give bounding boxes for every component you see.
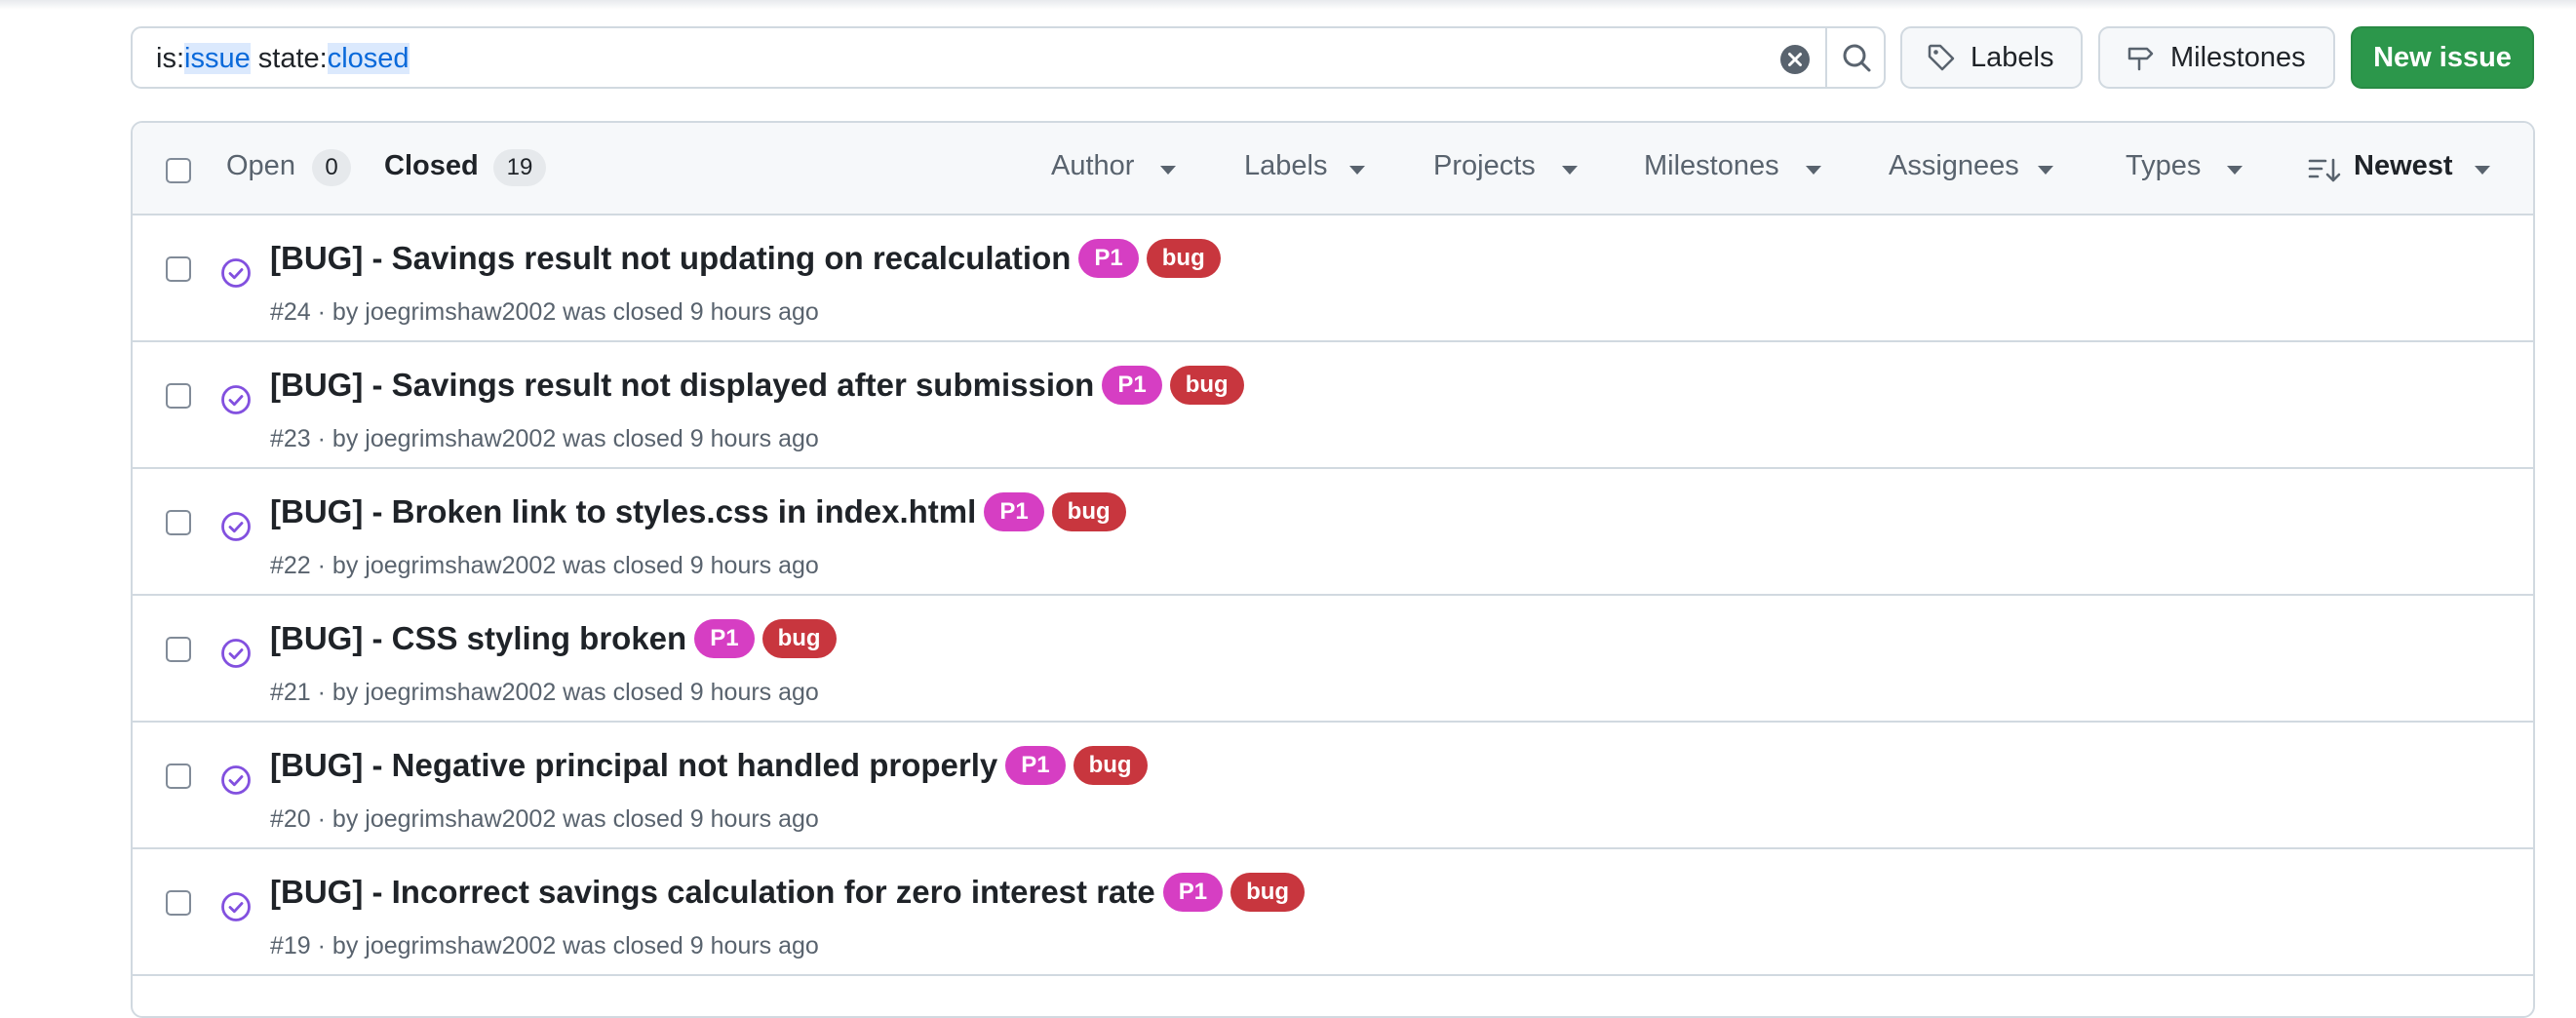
issue-closed-icon — [221, 385, 251, 414]
milestones-button-label: Milestones — [2170, 41, 2306, 73]
tab-open[interactable]: Open — [226, 150, 295, 182]
milestone-icon — [2127, 47, 2154, 71]
chevron-down-icon — [2475, 166, 2490, 175]
labels-button[interactable]: Labels — [1900, 26, 2083, 89]
issue-closed-icon — [221, 892, 251, 921]
search-button[interactable] — [1827, 28, 1886, 87]
search-qualifier: is: — [156, 43, 184, 74]
chevron-down-icon — [2038, 166, 2053, 175]
chevron-down-icon — [1806, 166, 1821, 175]
closed-count-badge: 19 — [493, 149, 546, 186]
new-issue-button-label: New issue — [2373, 41, 2512, 73]
label-bug[interactable]: bug — [1169, 366, 1244, 405]
issue-row[interactable]: [BUG] - Negative principal not handled p… — [133, 723, 2533, 849]
top-shadow — [0, 0, 2576, 10]
filter-assignees[interactable]: Assignees — [1889, 150, 2019, 182]
label-bug[interactable]: bug — [1073, 746, 1148, 785]
issue-row[interactable]: [BUG] - Incorrect savings calculation fo… — [133, 849, 2533, 976]
search-value: issue — [184, 43, 251, 74]
labels-button-label: Labels — [1971, 41, 2054, 73]
sort-newest[interactable]: Newest — [2354, 150, 2453, 182]
filter-projects[interactable]: Projects — [1433, 150, 1536, 182]
tag-icon — [1928, 44, 1955, 71]
label-bug[interactable]: bug — [1230, 873, 1306, 912]
issue-meta: #23 · by joegrimshaw2002 was closed 9 ho… — [270, 425, 819, 452]
label-p1[interactable]: P1 — [984, 492, 1044, 531]
label-p1[interactable]: P1 — [1102, 366, 1162, 405]
filter-labels[interactable]: Labels — [1244, 150, 1327, 182]
issue-row[interactable]: [BUG] - Savings result not updating on r… — [133, 215, 2533, 342]
issue-meta: #21 · by joegrimshaw2002 was closed 9 ho… — [270, 679, 819, 706]
issues-list-header: Open 0 Closed 19 Author Labels Projects … — [133, 123, 2533, 215]
issue-checkbox[interactable] — [166, 383, 191, 409]
issues-list: Open 0 Closed 19 Author Labels Projects … — [131, 121, 2535, 1018]
issue-closed-icon — [221, 512, 251, 541]
chevron-down-icon — [2227, 166, 2243, 175]
label-p1[interactable]: P1 — [1005, 746, 1066, 785]
filter-types[interactable]: Types — [2126, 150, 2201, 182]
new-issue-button[interactable]: New issue — [2351, 26, 2534, 89]
issue-meta: #19 · by joegrimshaw2002 was closed 9 ho… — [270, 932, 819, 959]
filter-author[interactable]: Author — [1051, 150, 1134, 182]
chevron-down-icon — [1562, 166, 1578, 175]
issue-checkbox[interactable] — [166, 510, 191, 535]
issue-closed-icon — [221, 258, 251, 288]
issue-title-link[interactable]: [BUG] - Savings result not updating on r… — [270, 240, 1071, 277]
issue-title-link[interactable]: [BUG] - Incorrect savings calculation fo… — [270, 874, 1155, 911]
open-count-badge: 0 — [312, 149, 351, 186]
issue-meta: #24 · by joegrimshaw2002 was closed 9 ho… — [270, 298, 819, 326]
issue-checkbox[interactable] — [166, 256, 191, 282]
clear-icon — [1780, 45, 1810, 74]
search-icon — [1843, 44, 1871, 72]
label-p1[interactable]: P1 — [694, 619, 755, 658]
issue-closed-icon — [221, 765, 251, 795]
clear-search-button[interactable] — [1779, 44, 1811, 75]
chevron-down-icon — [1160, 166, 1176, 175]
issue-title-link[interactable]: [BUG] - Negative principal not handled p… — [270, 747, 997, 784]
label-bug[interactable]: bug — [761, 619, 837, 658]
issue-closed-icon — [221, 639, 251, 668]
milestones-button[interactable]: Milestones — [2098, 26, 2335, 89]
chevron-down-icon — [1349, 166, 1365, 175]
search-input[interactable]: is:issue state:closed — [131, 26, 1886, 89]
issue-meta: #20 · by joegrimshaw2002 was closed 9 ho… — [270, 805, 819, 833]
issue-title-link[interactable]: [BUG] - Broken link to styles.css in ind… — [270, 493, 976, 530]
search-value: closed — [327, 43, 410, 74]
issue-row[interactable]: [BUG] - Broken link to styles.css in ind… — [133, 469, 2533, 596]
issue-checkbox[interactable] — [166, 764, 191, 789]
search-query[interactable]: is:issue state:closed — [156, 43, 410, 75]
label-bug[interactable]: bug — [1051, 492, 1126, 531]
issue-row[interactable]: [BUG] - Savings result not displayed aft… — [133, 342, 2533, 469]
sort-icon — [2308, 158, 2341, 182]
label-bug[interactable]: bug — [1146, 239, 1221, 278]
select-all-checkbox[interactable] — [166, 158, 191, 183]
issue-meta: #22 · by joegrimshaw2002 was closed 9 ho… — [270, 552, 819, 579]
filter-milestones[interactable]: Milestones — [1644, 150, 1779, 182]
tab-closed[interactable]: Closed — [384, 150, 479, 182]
issue-title-link[interactable]: [BUG] - CSS styling broken — [270, 620, 686, 657]
label-p1[interactable]: P1 — [1078, 239, 1139, 278]
search-qualifier: state: — [250, 43, 328, 74]
issue-row[interactable]: [BUG] - CSS styling broken P1 bug #21 · … — [133, 596, 2533, 723]
issue-checkbox[interactable] — [166, 890, 191, 916]
issue-checkbox[interactable] — [166, 637, 191, 662]
label-p1[interactable]: P1 — [1162, 873, 1224, 912]
issue-title-link[interactable]: [BUG] - Savings result not displayed aft… — [270, 367, 1094, 404]
